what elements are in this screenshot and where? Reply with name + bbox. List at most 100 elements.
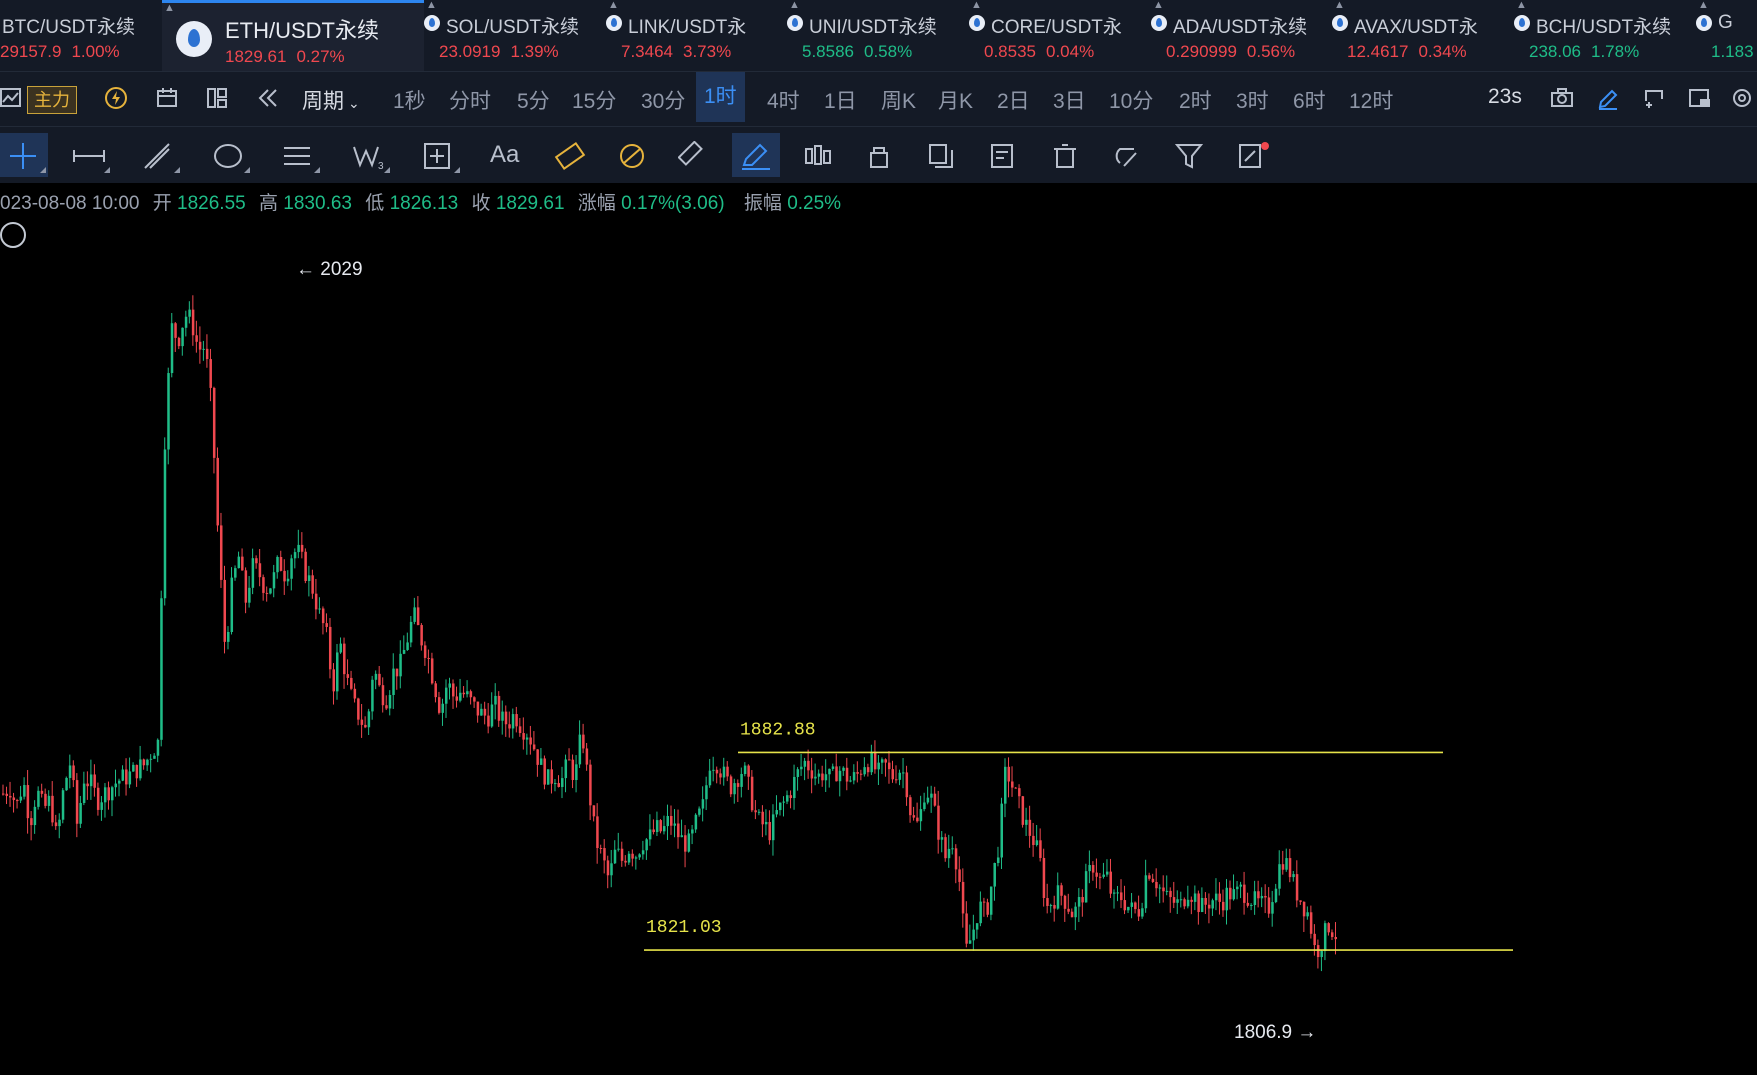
candle-body <box>1218 893 1221 902</box>
layout-icon[interactable] <box>206 87 228 109</box>
candle-body <box>248 587 251 603</box>
measure-tool[interactable] <box>608 133 656 177</box>
interval-4[interactable]: 30分 <box>641 85 685 115</box>
pencil-icon[interactable] <box>1596 87 1620 111</box>
draw-mode-tool[interactable] <box>732 133 780 177</box>
candle-pattern-tool[interactable] <box>794 133 842 177</box>
camera-icon[interactable] <box>1550 87 1574 109</box>
candle-body <box>202 348 205 350</box>
interval-13[interactable]: 2时 <box>1179 85 1212 115</box>
candle-body <box>427 657 430 659</box>
symbol-tab[interactable]: ▲BTC/USDT永续29157.91.00% <box>0 0 160 71</box>
level-label: 1821.03 <box>646 918 722 938</box>
symbol-tab[interactable]: ▲ CORE/USDT永 0.8535 0.04% <box>969 0 1149 71</box>
wave-tool[interactable]: 3 <box>344 133 392 177</box>
candle-body <box>272 572 276 589</box>
trend-line-tool[interactable] <box>134 133 182 177</box>
symbol-tab[interactable]: ▲ G 1.183 <box>1696 0 1757 71</box>
pin-icon[interactable]: ▲ <box>1153 0 1164 11</box>
candle-body <box>803 760 807 767</box>
ruler-tool[interactable] <box>546 133 594 177</box>
interval-5[interactable]: 1时 <box>696 72 745 122</box>
symbol-tab[interactable]: ▲ ETH/USDT永续 1829.61 0.27% <box>162 0 424 71</box>
replay-icon[interactable] <box>256 87 280 109</box>
period-dropdown[interactable]: 周期 ⌄ <box>302 85 360 115</box>
interval-7[interactable]: 1日 <box>824 85 857 115</box>
symbol-tab[interactable]: ▲ ADA/USDT永续 0.290999 0.56% <box>1151 0 1331 71</box>
candle-body <box>1165 890 1169 892</box>
interval-8[interactable]: 周K <box>881 85 916 115</box>
pin-icon[interactable]: ▲ <box>164 3 175 14</box>
candle-body <box>1035 840 1039 846</box>
interval-11[interactable]: 3日 <box>1053 85 1086 115</box>
tape-icon <box>620 144 644 168</box>
symbol-tab[interactable]: ▲ UNI/USDT永续 5.8586 0.58% <box>787 0 967 71</box>
interval-2[interactable]: 5分 <box>517 85 550 115</box>
text-tool[interactable]: Aa <box>484 133 532 177</box>
eraser-tool[interactable] <box>670 133 718 177</box>
price-range-tool[interactable] <box>414 133 462 177</box>
fib-tool[interactable] <box>274 133 322 177</box>
crosshair-tool[interactable] <box>0 133 48 177</box>
sync-tool[interactable] <box>1228 133 1276 177</box>
candle-body <box>497 695 501 721</box>
candle-body <box>444 687 448 704</box>
symbol-tab[interactable]: ▲ SOL/USDT永续 23.0919 1.39% <box>424 0 604 71</box>
interval-12[interactable]: 10分 <box>1109 85 1153 115</box>
window-icon[interactable] <box>1642 87 1666 111</box>
pin-icon[interactable]: ▲ <box>1516 0 1527 11</box>
interval-9[interactable]: 月K <box>938 85 973 115</box>
delete-tool[interactable] <box>1042 133 1090 177</box>
symbol-tab[interactable]: ▲ AVAX/USDT永 12.4617 0.34% <box>1332 0 1512 71</box>
interval-15[interactable]: 6时 <box>1293 85 1326 115</box>
ellipse-tool[interactable] <box>204 133 252 177</box>
interval-6[interactable]: 4时 <box>767 85 800 115</box>
symbol-price: 1829.61 <box>225 47 287 66</box>
symbol-tab[interactable]: ▲ LINK/USDT永 7.3464 3.73% <box>606 0 786 71</box>
candle-body <box>128 771 132 785</box>
candle-body <box>634 857 638 859</box>
candle-body <box>448 683 452 688</box>
candle-body <box>736 783 740 787</box>
candle-body <box>786 795 789 802</box>
pin-icon[interactable]: ▲ <box>426 0 437 11</box>
main-indicator-button[interactable]: 主力 <box>27 86 77 114</box>
crosshair-icon <box>10 143 36 169</box>
candle-body <box>455 696 459 701</box>
price-chart[interactable]: 1882.88 1821.03 ← 2029 1806.9 → <box>0 240 1757 1075</box>
interval-3[interactable]: 15分 <box>572 85 616 115</box>
candle-body <box>561 778 564 787</box>
notes-tool[interactable] <box>980 133 1028 177</box>
candle-body <box>40 790 44 794</box>
candle-body <box>757 811 761 813</box>
candle-body <box>627 853 631 863</box>
interval-1[interactable]: 分时 <box>449 85 491 115</box>
interval-0[interactable]: 1秒 <box>393 85 426 115</box>
settings-icon[interactable] <box>1730 86 1754 110</box>
horizontal-line-tool[interactable] <box>64 133 112 177</box>
candle-body <box>209 359 212 388</box>
hide-tool[interactable] <box>918 133 966 177</box>
pin-icon[interactable]: ▲ <box>608 0 619 11</box>
pin-icon[interactable]: ▲ <box>1698 0 1709 11</box>
symbol-tab[interactable]: ▲ BCH/USDT永续 238.06 1.78% <box>1514 0 1694 71</box>
pin-icon[interactable]: ▲ <box>789 0 800 11</box>
lock-tool[interactable] <box>856 133 904 177</box>
chart-type-icon[interactable] <box>0 87 22 109</box>
filter-tool[interactable] <box>1166 133 1214 177</box>
interval-10[interactable]: 2日 <box>997 85 1030 115</box>
magnet-tool[interactable] <box>1104 133 1152 177</box>
calendar-icon[interactable] <box>156 87 178 109</box>
symbol-name: ETH/USDT永续 <box>225 18 380 43</box>
candle-body <box>279 556 283 571</box>
candle-body <box>490 704 494 727</box>
interval-14[interactable]: 3时 <box>1236 85 1269 115</box>
flash-icon[interactable] <box>104 86 128 110</box>
period-label: 周期 <box>302 90 344 113</box>
pin-icon[interactable]: ▲ <box>971 0 982 11</box>
keyboard-icon[interactable] <box>1688 87 1712 111</box>
pin-icon[interactable]: ▲ <box>1334 0 1345 11</box>
interval-16[interactable]: 12时 <box>1349 85 1393 115</box>
candle-body <box>539 758 543 765</box>
close-label: 收 <box>471 193 491 214</box>
